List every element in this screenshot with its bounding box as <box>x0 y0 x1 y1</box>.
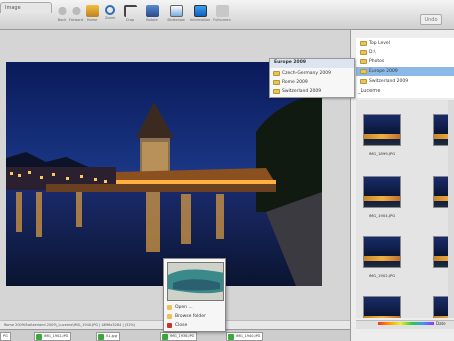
home-icon <box>85 5 99 17</box>
undo-button[interactable]: Undo <box>420 14 442 25</box>
slideshow-button[interactable]: Slideshow <box>166 5 186 27</box>
folder-icon <box>360 69 367 74</box>
thumbnail[interactable] <box>362 296 402 318</box>
fullscreen-icon <box>215 5 229 17</box>
folder-icon <box>360 41 367 46</box>
preview-photo <box>168 263 223 300</box>
dropdown-item[interactable]: Czech-Germany 2009 <box>273 69 331 78</box>
zoom-icon <box>105 5 115 15</box>
thumbnail-scrollbar[interactable] <box>448 100 454 318</box>
information-icon <box>193 5 207 17</box>
tab-image[interactable]: Image <box>0 2 52 13</box>
filmstrip-tab[interactable]: 01.jpg <box>96 332 120 341</box>
checkmark-icon <box>162 334 168 340</box>
checkmark-icon <box>228 334 234 340</box>
zoom-button[interactable]: Zoom <box>100 5 120 27</box>
thumbnail-image <box>363 236 401 268</box>
thumbnail-grid: IMG_1899.JPG IMG_1904.JPG IMG_1902.JPG <box>356 100 454 318</box>
information-button[interactable]: Information <box>190 5 210 27</box>
close-icon <box>167 323 172 328</box>
forward-arrow-icon <box>69 5 83 17</box>
tree-item-drive[interactable]: D:\ <box>360 48 376 57</box>
folder-icon <box>360 50 367 55</box>
open-icon <box>167 305 172 310</box>
filmstrip-tab[interactable]: IMG_1936.JPG <box>160 332 198 341</box>
folder-icon <box>360 79 367 84</box>
thumbnail[interactable]: IMG_1902.JPG <box>362 236 402 284</box>
context-menu-browse-folder[interactable]: Browse folder <box>167 312 206 321</box>
crop-button[interactable]: Crop <box>120 5 140 27</box>
checkmark-icon <box>36 334 42 340</box>
filmstrip-tab[interactable]: PG <box>0 332 11 341</box>
context-preview-image <box>167 262 224 301</box>
dropdown-item[interactable]: Rome 2009 <box>273 78 308 87</box>
thumbnail-image <box>363 176 401 208</box>
current-folder-label: _Lucerne <box>358 88 381 94</box>
tree-item-switzerland-2009[interactable]: Switzerland 2009 <box>360 77 408 86</box>
thumbnail-image <box>363 114 401 146</box>
fullscreen-button[interactable]: Fullscreen <box>212 5 232 27</box>
dropdown-header[interactable]: Europe 2009 <box>270 59 354 68</box>
tree-item-photos[interactable]: Photos <box>360 57 384 66</box>
folder-icon <box>273 89 280 94</box>
rotate-button[interactable]: Rotate <box>142 5 162 27</box>
context-menu-close[interactable]: Close <box>167 321 187 330</box>
folder-icon <box>273 71 280 76</box>
context-menu: Open ... Browse folder Close <box>163 258 226 332</box>
crop-icon <box>123 5 137 17</box>
main-toolbar: Image Back Forward Home Zoom Crop Rotate… <box>0 0 454 30</box>
color-label-filter[interactable] <box>378 322 434 325</box>
slideshow-icon <box>169 5 183 17</box>
checkmark-icon <box>98 334 104 340</box>
thumbnail[interactable]: IMG_1904.JPG <box>362 176 402 224</box>
folder-icon <box>273 80 280 85</box>
folder-icon <box>360 59 367 64</box>
context-menu-open[interactable]: Open ... <box>167 303 193 312</box>
folder-dropdown: Europe 2009 Czech-Germany 2009 Rome 2009… <box>269 58 355 98</box>
thumbnail-image <box>363 296 401 318</box>
sort-date-label[interactable]: Date <box>436 321 446 326</box>
thumbnail[interactable]: IMG_1899.JPG <box>362 114 402 162</box>
dropdown-item[interactable]: Switzerland 2009 <box>273 87 321 96</box>
home-button[interactable]: Home <box>82 5 102 27</box>
folder-icon <box>167 314 172 319</box>
rotate-icon <box>145 5 159 17</box>
tree-item-top-level[interactable]: Top Level <box>360 39 390 48</box>
filmstrip-tab[interactable]: IMG_1902.JPG <box>34 332 72 341</box>
tree-item-europe-2009[interactable]: Europe 2009 <box>356 67 454 76</box>
filmstrip-tab[interactable]: IMG_1940.JPG <box>226 332 264 341</box>
